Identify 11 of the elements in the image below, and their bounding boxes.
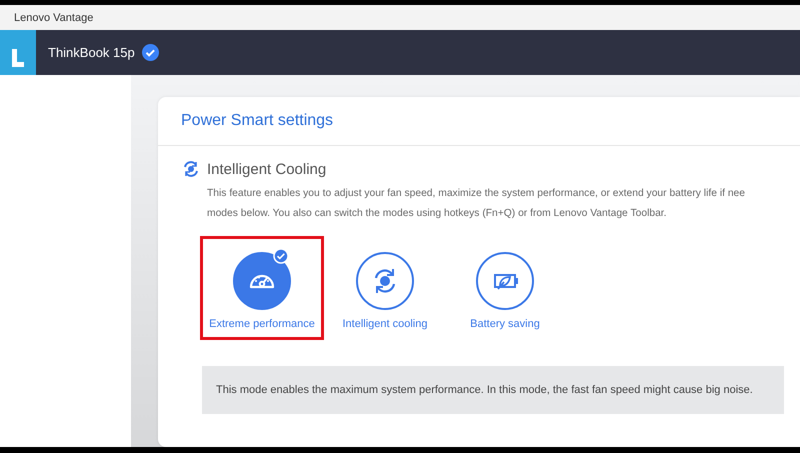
mode-label: Extreme performance <box>209 318 315 330</box>
description-text: This feature enables you to adjust your fan speed, maximize the system performance, or extend your battery life if nee modes below. You also can switch the modes using hotkeys (Fn+Q) or from Lenovo Vantage Toolbar. <box>207 187 746 221</box>
checkmark-icon <box>273 248 289 264</box>
device-name: ThinkBook 15p <box>48 45 135 60</box>
mode-info-text: This mode enables the maximum system performance. In this mode, the fast fan speed might cause big noise. <box>216 384 753 396</box>
mode-label: Intelligent cooling <box>342 318 428 330</box>
fan-cycle-icon <box>182 160 200 178</box>
card-title: Power Smart settings <box>181 112 334 130</box>
mode-label: Battery saving <box>470 318 540 330</box>
window-title: Lenovo Vantage <box>14 12 94 24</box>
section-title: Intelligent Cooling <box>207 160 326 178</box>
